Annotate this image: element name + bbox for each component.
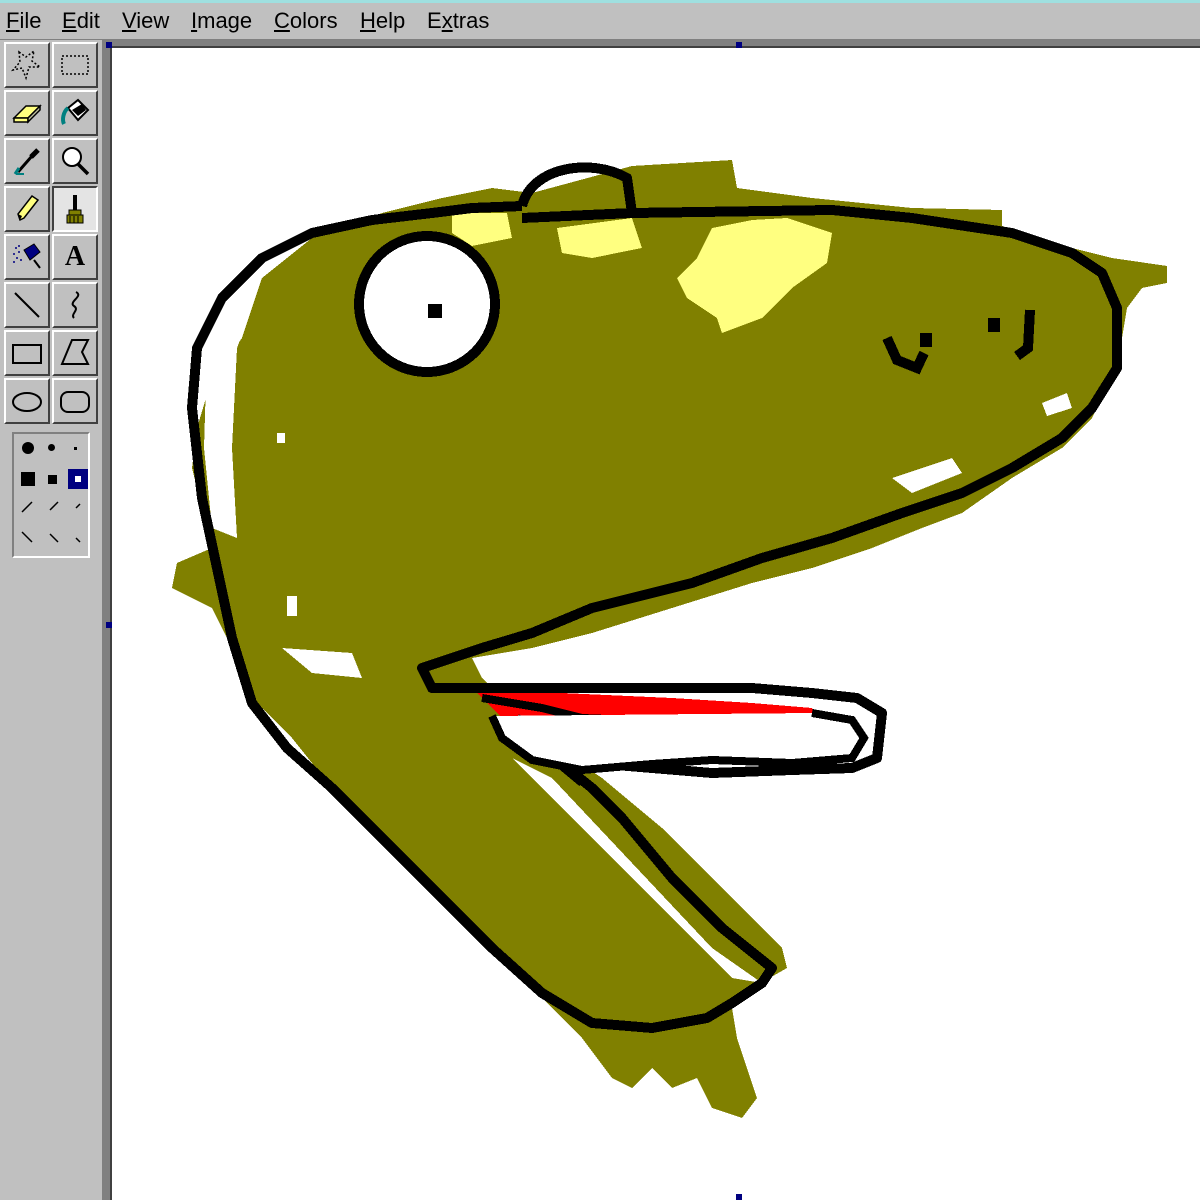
- brush-icon: [66, 195, 84, 224]
- tool-airbrush[interactable]: [4, 234, 50, 280]
- dino-olive-fill: [172, 160, 1167, 1118]
- brush-square-small-selected[interactable]: [68, 469, 88, 489]
- brush-square-small-dot: [75, 476, 81, 482]
- menu-extras[interactable]: Extras: [427, 8, 489, 34]
- eraser-icon: [12, 104, 42, 124]
- free-select-icon: [10, 49, 43, 81]
- canvas-workspace: [104, 40, 1200, 1200]
- menu-colors-rest: olors: [289, 8, 338, 33]
- tool-eraser[interactable]: [4, 90, 50, 136]
- tool-magnifier[interactable]: [52, 138, 98, 184]
- tool-ellipse[interactable]: [4, 378, 50, 424]
- brush-round-small[interactable]: [74, 447, 77, 450]
- dino-mouth-arc: [488, 709, 869, 775]
- menu-file[interactable]: File: [6, 8, 41, 34]
- tool-curve[interactable]: [52, 282, 98, 328]
- menu-extras-pre: E: [427, 8, 442, 33]
- polygon-icon: [60, 339, 90, 365]
- brush-options: [12, 432, 90, 558]
- menu-image[interactable]: Image: [191, 8, 252, 34]
- paint-bucket-icon: [61, 98, 90, 125]
- brush-square-large[interactable]: [21, 472, 35, 486]
- pencil-icon: [17, 194, 40, 222]
- canvas-handle-top-middle[interactable]: [736, 42, 742, 48]
- rectangle-icon: [12, 344, 42, 364]
- dino-white-speck-1: [277, 433, 285, 443]
- tool-select[interactable]: [52, 42, 98, 88]
- rounded-rect-icon: [60, 391, 90, 413]
- airbrush-icon: [13, 243, 41, 269]
- menu-file-rest: ile: [19, 8, 42, 33]
- ellipse-icon: [12, 392, 42, 412]
- curve-icon: [71, 291, 80, 319]
- line-icon: [14, 292, 40, 318]
- brush-square-medium[interactable]: [48, 475, 57, 484]
- canvas-handle-bottom-middle[interactable]: [736, 1194, 742, 1200]
- tool-line[interactable]: [4, 282, 50, 328]
- rect-select-icon: [61, 55, 89, 75]
- tool-brush[interactable]: [52, 186, 98, 232]
- tool-rounded-rectangle[interactable]: [52, 378, 98, 424]
- dino-pupil: [428, 304, 442, 318]
- tool-box: A: [0, 40, 104, 1200]
- brush-round-medium[interactable]: [48, 444, 55, 451]
- dinosaur-drawing: [172, 160, 1167, 1118]
- menu-edit-rest: dit: [76, 8, 100, 33]
- dino-eye: [354, 231, 500, 377]
- menu-extras-rest: tras: [452, 8, 490, 33]
- tool-pencil[interactable]: [4, 186, 50, 232]
- menu-colors[interactable]: Colors: [274, 8, 338, 34]
- dino-white-speck-2: [287, 596, 297, 616]
- dino-nostril-2: [988, 318, 1000, 332]
- menu-view-mnemonic: V: [122, 8, 137, 33]
- canvas-handle-left-middle[interactable]: [106, 622, 112, 628]
- menu-help-mnemonic: H: [360, 8, 376, 33]
- magnifier-icon: [62, 147, 90, 176]
- menu-bar: File Edit View Image Colors Help Extras: [0, 0, 1200, 40]
- menu-extras-mnemonic: x: [441, 8, 453, 33]
- menu-colors-mnemonic: C: [274, 8, 290, 33]
- tool-fill-with-color[interactable]: [52, 90, 98, 136]
- drawing-canvas[interactable]: [110, 46, 1200, 1200]
- tool-rectangle[interactable]: [4, 330, 50, 376]
- text-icon: A: [64, 241, 86, 272]
- menu-view[interactable]: View: [122, 8, 169, 34]
- brush-slash-options[interactable]: [14, 498, 92, 554]
- menu-file-mnemonic: F: [6, 8, 20, 33]
- tool-text[interactable]: A: [52, 234, 98, 280]
- dino-nostril-dot: [920, 333, 932, 347]
- brush-round-large[interactable]: [22, 442, 34, 454]
- tool-polygon[interactable]: [52, 330, 98, 376]
- eyedropper-icon: [13, 148, 40, 175]
- menu-edit[interactable]: Edit: [62, 8, 100, 34]
- canvas-handle-top-left[interactable]: [106, 42, 112, 48]
- menu-edit-mnemonic: E: [62, 8, 77, 33]
- tool-pick-color[interactable]: [4, 138, 50, 184]
- menu-view-rest: iew: [136, 8, 170, 33]
- menu-image-rest: mage: [197, 8, 253, 33]
- tool-free-form-select[interactable]: [4, 42, 50, 88]
- menu-help[interactable]: Help: [360, 8, 405, 34]
- menu-help-rest: elp: [375, 8, 406, 33]
